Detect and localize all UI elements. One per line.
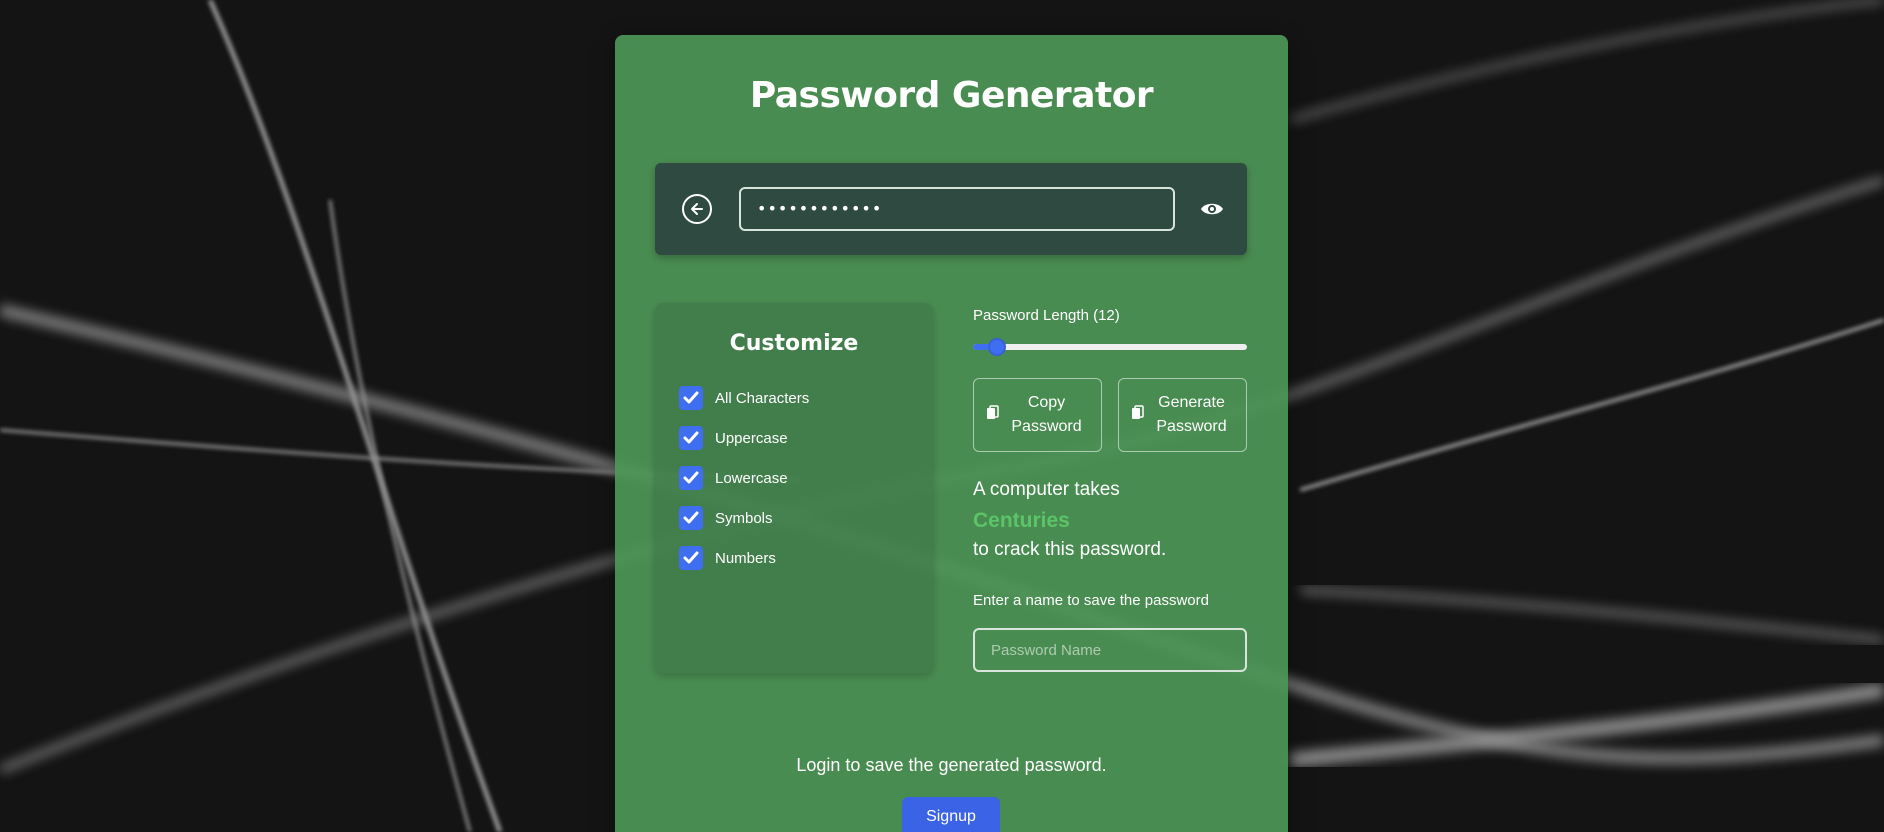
- password-field[interactable]: ••••••••••••: [739, 187, 1175, 231]
- option-lowercase[interactable]: Lowercase: [679, 465, 788, 491]
- page-title: Password Generator: [749, 75, 1154, 116]
- option-label: All Characters: [715, 389, 810, 407]
- checkbox-checked-icon[interactable]: [679, 386, 703, 410]
- password-length-label: Password Length (12): [973, 307, 1120, 324]
- password-length-slider[interactable]: [973, 337, 1247, 357]
- option-label: Lowercase: [715, 469, 788, 487]
- generate-label-line2: Password: [1156, 418, 1227, 435]
- checkbox-checked-icon[interactable]: [679, 426, 703, 450]
- strength-crack-time: Centuries: [973, 509, 1070, 532]
- copy-label-line2: Password: [1011, 418, 1082, 435]
- generator-card: Password Generator •••••••••••• Customiz…: [615, 35, 1288, 832]
- back-arrow-icon[interactable]: [682, 194, 712, 224]
- strength-text-prefix: A computer takes: [973, 479, 1120, 500]
- password-display-bar: ••••••••••••: [655, 163, 1247, 255]
- password-name-input[interactable]: [973, 628, 1247, 672]
- save-name-label: Enter a name to save the password: [973, 592, 1209, 609]
- copy-password-button[interactable]: Copy Password: [973, 378, 1102, 452]
- strength-text-suffix: to crack this password.: [973, 539, 1167, 560]
- option-all-characters[interactable]: All Characters: [679, 385, 809, 411]
- option-label: Numbers: [715, 549, 776, 567]
- generate-password-button[interactable]: Generate Password: [1118, 378, 1247, 452]
- option-numbers[interactable]: Numbers: [679, 545, 776, 571]
- checkbox-checked-icon[interactable]: [679, 466, 703, 490]
- signup-button[interactable]: Signup: [902, 797, 1000, 832]
- checkbox-checked-icon[interactable]: [679, 506, 703, 530]
- slider-thumb[interactable]: [988, 338, 1006, 356]
- slider-track: [973, 344, 1247, 350]
- eye-icon[interactable]: [1198, 195, 1226, 223]
- option-symbols[interactable]: Symbols: [679, 505, 773, 531]
- login-prompt: Login to save the generated password.: [796, 755, 1107, 775]
- customize-title: Customize: [729, 331, 859, 356]
- checkbox-checked-icon[interactable]: [679, 546, 703, 570]
- generate-label-line1: Generate: [1158, 394, 1225, 411]
- option-label: Uppercase: [715, 429, 788, 447]
- copy-label-line1: Copy: [1027, 394, 1066, 411]
- option-label: Symbols: [715, 509, 773, 527]
- option-uppercase[interactable]: Uppercase: [679, 425, 788, 451]
- copy-icon: [1131, 404, 1145, 426]
- customize-panel: Customize All Characters Uppercase Lower…: [655, 303, 933, 673]
- copy-icon: [986, 404, 1000, 426]
